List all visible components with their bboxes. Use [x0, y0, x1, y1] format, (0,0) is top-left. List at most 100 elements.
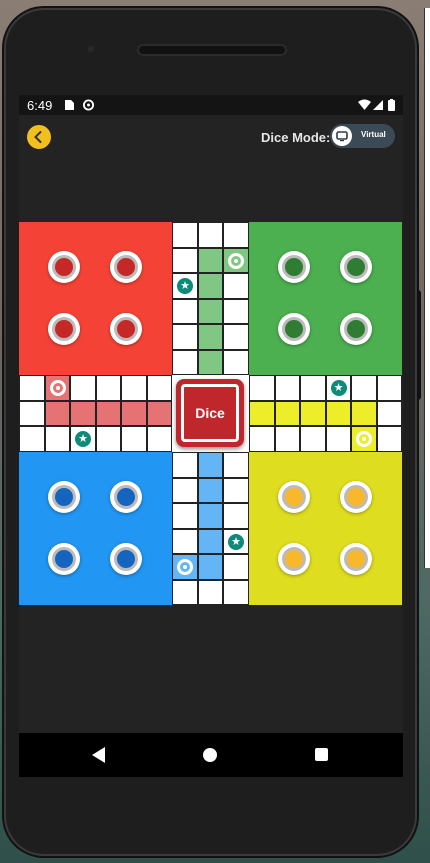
track-cell [70, 400, 96, 426]
track-cell [197, 579, 223, 605]
track-cell [249, 375, 275, 401]
token-ring [344, 317, 368, 341]
top-bar: Dice Mode: Virtual [19, 115, 403, 155]
start-circle-dot [52, 383, 63, 393]
sim-icon [65, 100, 74, 110]
side-panel [424, 8, 430, 568]
sync-icon [82, 99, 95, 111]
safe-star-icon: ★ [228, 533, 244, 550]
track-cell [121, 400, 147, 426]
token-core [285, 320, 303, 338]
track-cell [376, 426, 402, 452]
track-cell [223, 222, 249, 248]
chevron-left-icon [34, 131, 42, 143]
battery-icon [388, 99, 395, 111]
track-cell [172, 324, 198, 350]
track-cell [376, 375, 402, 401]
track-cell [197, 222, 223, 248]
safe-star-icon: ★ [75, 431, 91, 447]
blue-token[interactable] [110, 543, 142, 575]
token-core [285, 488, 303, 506]
track-cell [274, 426, 300, 452]
token-ring [114, 547, 138, 571]
back-button[interactable] [27, 125, 51, 149]
safe-star-icon: ★ [177, 278, 193, 294]
signal-icon [373, 100, 383, 110]
red-token[interactable] [110, 313, 142, 345]
red-token[interactable] [48, 251, 80, 283]
green-token[interactable] [340, 313, 372, 345]
track-cell [95, 375, 121, 401]
yellow-token[interactable] [278, 481, 310, 513]
track-cell [197, 554, 223, 580]
token-ring [282, 317, 306, 341]
blue-token[interactable] [48, 543, 80, 575]
navigation-bar [19, 733, 403, 777]
track-cell [325, 400, 351, 426]
start-circle-icon [177, 559, 193, 575]
token-ring [282, 547, 306, 571]
yellow-token[interactable] [278, 543, 310, 575]
track-cell [223, 579, 249, 605]
token-ring [114, 485, 138, 509]
track-cell [121, 375, 147, 401]
dice-mode-label: Dice Mode: [261, 130, 331, 145]
track-cell [197, 324, 223, 350]
token-core [285, 550, 303, 568]
track-cell [223, 452, 249, 478]
track-cell [44, 375, 70, 401]
track-cell [300, 400, 326, 426]
screen-icon [336, 131, 348, 142]
token-ring [52, 255, 76, 279]
token-ring [282, 485, 306, 509]
blue-token[interactable] [110, 481, 142, 513]
track-cell [223, 503, 249, 529]
track-cell [146, 426, 172, 452]
green-token[interactable] [278, 313, 310, 345]
track-cell: ★ [325, 375, 351, 401]
dice-mode-value: Virtual [361, 130, 386, 139]
dice-button-label: Dice [181, 384, 239, 442]
front-camera [88, 46, 94, 52]
track-cell [223, 477, 249, 503]
track-cell [70, 375, 96, 401]
token-ring [114, 317, 138, 341]
token-core [347, 320, 365, 338]
track-cell [223, 298, 249, 324]
token-core [55, 550, 73, 568]
nav-back-icon[interactable] [92, 747, 105, 763]
green-token[interactable] [278, 251, 310, 283]
red-token[interactable] [110, 251, 142, 283]
token-core [347, 550, 365, 568]
track-cell [95, 400, 121, 426]
track-cell [300, 426, 326, 452]
red-token[interactable] [48, 313, 80, 345]
track-cell [197, 273, 223, 299]
status-time: 6:49 [27, 98, 53, 113]
yellow-token[interactable] [340, 481, 372, 513]
token-ring [52, 485, 76, 509]
start-circle-center [234, 258, 238, 263]
token-ring [344, 485, 368, 509]
blue-token[interactable] [48, 481, 80, 513]
track-cell [223, 554, 249, 580]
green-token[interactable] [340, 251, 372, 283]
start-circle-icon [356, 431, 372, 447]
nav-home-icon[interactable] [203, 748, 217, 762]
yellow-token[interactable] [340, 543, 372, 575]
wifi-icon [358, 99, 371, 110]
ludo-board: ★ ★ ★ ★ Dice [19, 222, 402, 605]
token-core [117, 258, 135, 276]
track-cell [376, 400, 402, 426]
token-core [347, 258, 365, 276]
toggle-knob [332, 126, 352, 146]
track-cell [197, 503, 223, 529]
status-bar: 6:49 [19, 95, 403, 115]
start-circle-dot [231, 255, 241, 266]
track-cell [197, 477, 223, 503]
dice-mode-toggle[interactable]: Virtual [330, 124, 395, 148]
start-circle-icon [49, 380, 66, 396]
nav-recent-icon[interactable] [315, 748, 328, 761]
token-ring [114, 255, 138, 279]
dice-button[interactable]: Dice [176, 379, 244, 447]
